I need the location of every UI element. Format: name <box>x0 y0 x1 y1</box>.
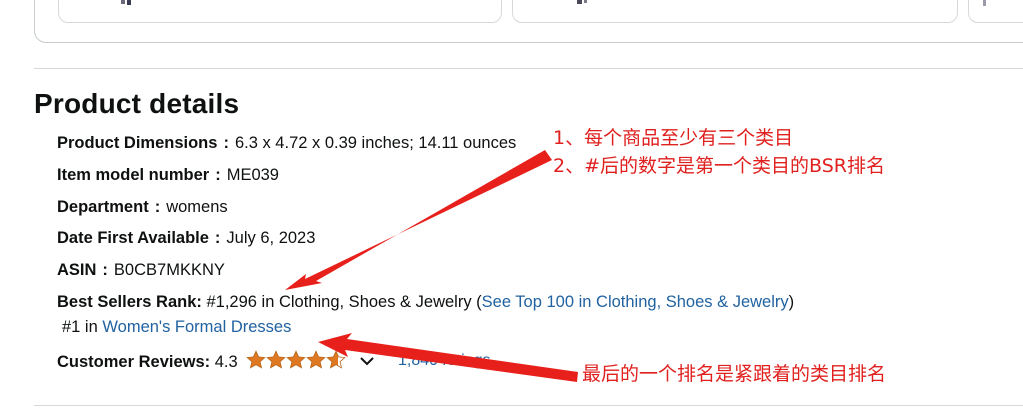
annotation-arrow-2 <box>318 333 578 382</box>
annotation-note-2: 2、#后的数字是第一个类目的BSR排名 <box>553 155 885 177</box>
annotation-arrow-1 <box>285 150 552 290</box>
annotation-arrows <box>285 150 578 382</box>
annotation-note-1: 1、每个商品至少有三个类目 <box>553 127 794 149</box>
annotation-note-3: 最后的一个排名是紧跟着的类目排名 <box>582 363 887 385</box>
